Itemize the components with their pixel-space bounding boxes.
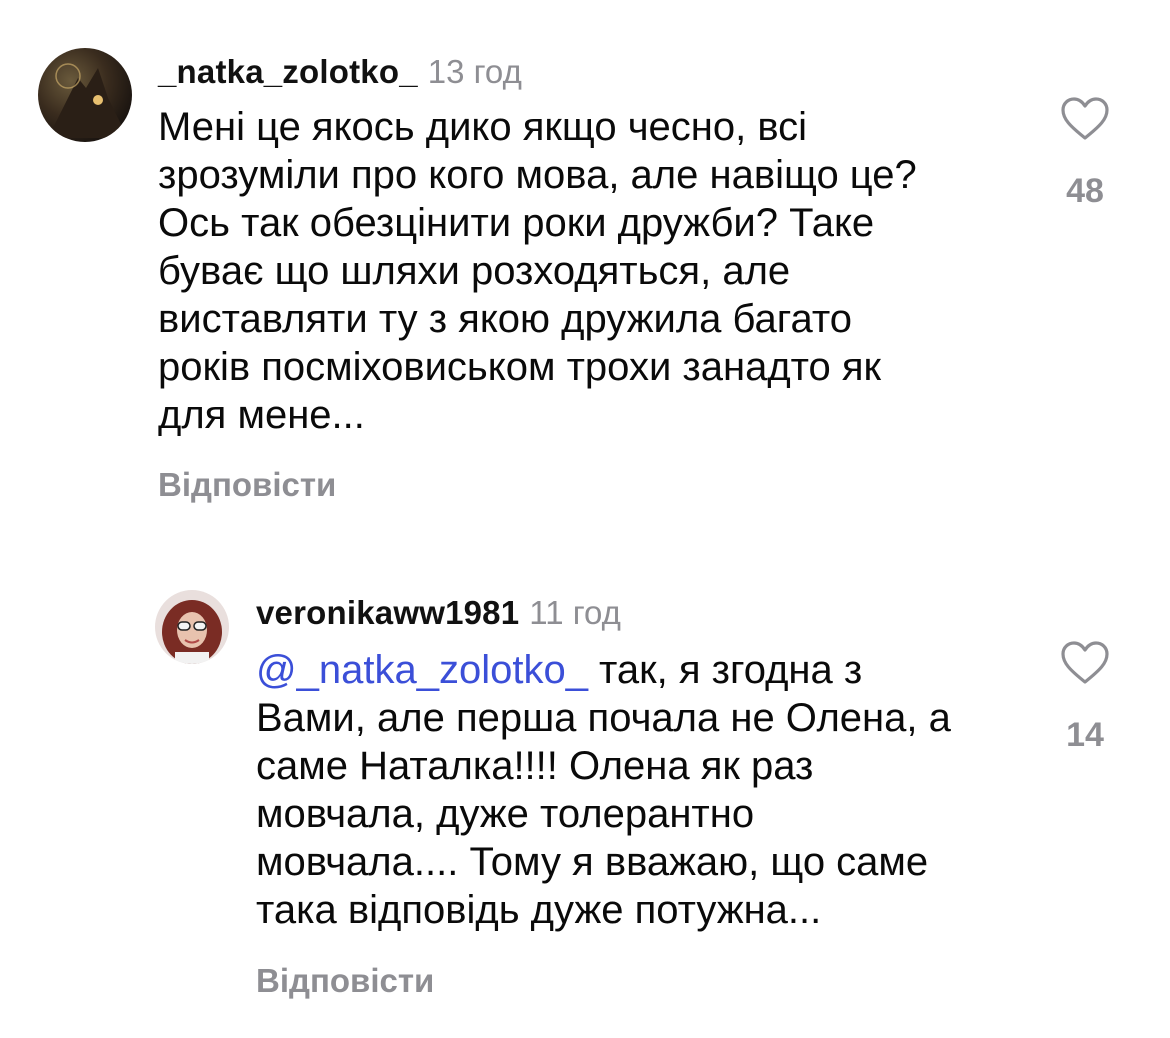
comment-text: Мені це якось дико якщо чесно, всі зрозу… — [158, 103, 917, 439]
like-count: 14 — [1066, 716, 1104, 754]
comment-line: для мене... — [158, 393, 365, 437]
mention-link[interactable]: @_natka_zolotko_ — [256, 648, 588, 692]
timestamp: 11 год — [529, 594, 621, 631]
comment-text: @_natka_zolotko_ так, я згодна з Вами, а… — [256, 646, 951, 934]
comment-line: буває що шляхи розходяться, але — [158, 249, 791, 293]
comment-header: _natka_zolotko_ 13 год — [158, 55, 522, 88]
comment-line: років посміховиськом трохи занадто як — [158, 345, 882, 389]
username[interactable]: _natka_zolotko_ — [158, 53, 418, 90]
comment-line: @_natka_zolotko_ так, я згодна з — [256, 646, 951, 694]
comment-line: виставляти ту з якою дружила багато — [158, 297, 852, 341]
comment-line: Мені це якось дико якщо чесно, всі — [158, 105, 808, 149]
comment-line: Вами, але перша почала не Олена, а — [256, 696, 951, 740]
avatar-veronika[interactable] — [155, 590, 229, 664]
reply-button[interactable]: Відповісти — [256, 964, 434, 997]
comment-line: така відповідь дуже потужна... — [256, 888, 822, 932]
avatar-natka[interactable] — [38, 48, 132, 142]
comment-line: мовчала, дуже толерантно — [256, 792, 755, 836]
like-button[interactable] — [1060, 96, 1110, 142]
like-button[interactable] — [1060, 640, 1110, 686]
comment-line: Ось так обезцінити роки дружби? Таке — [158, 201, 875, 245]
comment-2: veronikaww1981 11 год @_natka_zolotko_ та… — [0, 560, 1170, 1030]
comment-line: зрозуміли про кого мова, але навіщо це? — [158, 153, 917, 197]
comment-line-rest: так, я згодна з — [587, 648, 863, 692]
heart-outline-icon — [1061, 97, 1109, 140]
comment-line: саме Наталка!!!! Олена як раз — [256, 744, 814, 788]
like-count: 48 — [1066, 172, 1104, 210]
comment-1: _natka_zolotko_ 13 год Мені це якось дико… — [0, 0, 1170, 520]
reply-button[interactable]: Відповісти — [158, 468, 336, 501]
comment-line: мовчала.... Тому я вважаю, що саме — [256, 840, 929, 884]
comment-header: veronikaww1981 11 год — [256, 596, 621, 629]
heart-outline-icon — [1061, 641, 1109, 684]
timestamp: 13 год — [427, 53, 522, 90]
username[interactable]: veronikaww1981 — [256, 594, 519, 631]
